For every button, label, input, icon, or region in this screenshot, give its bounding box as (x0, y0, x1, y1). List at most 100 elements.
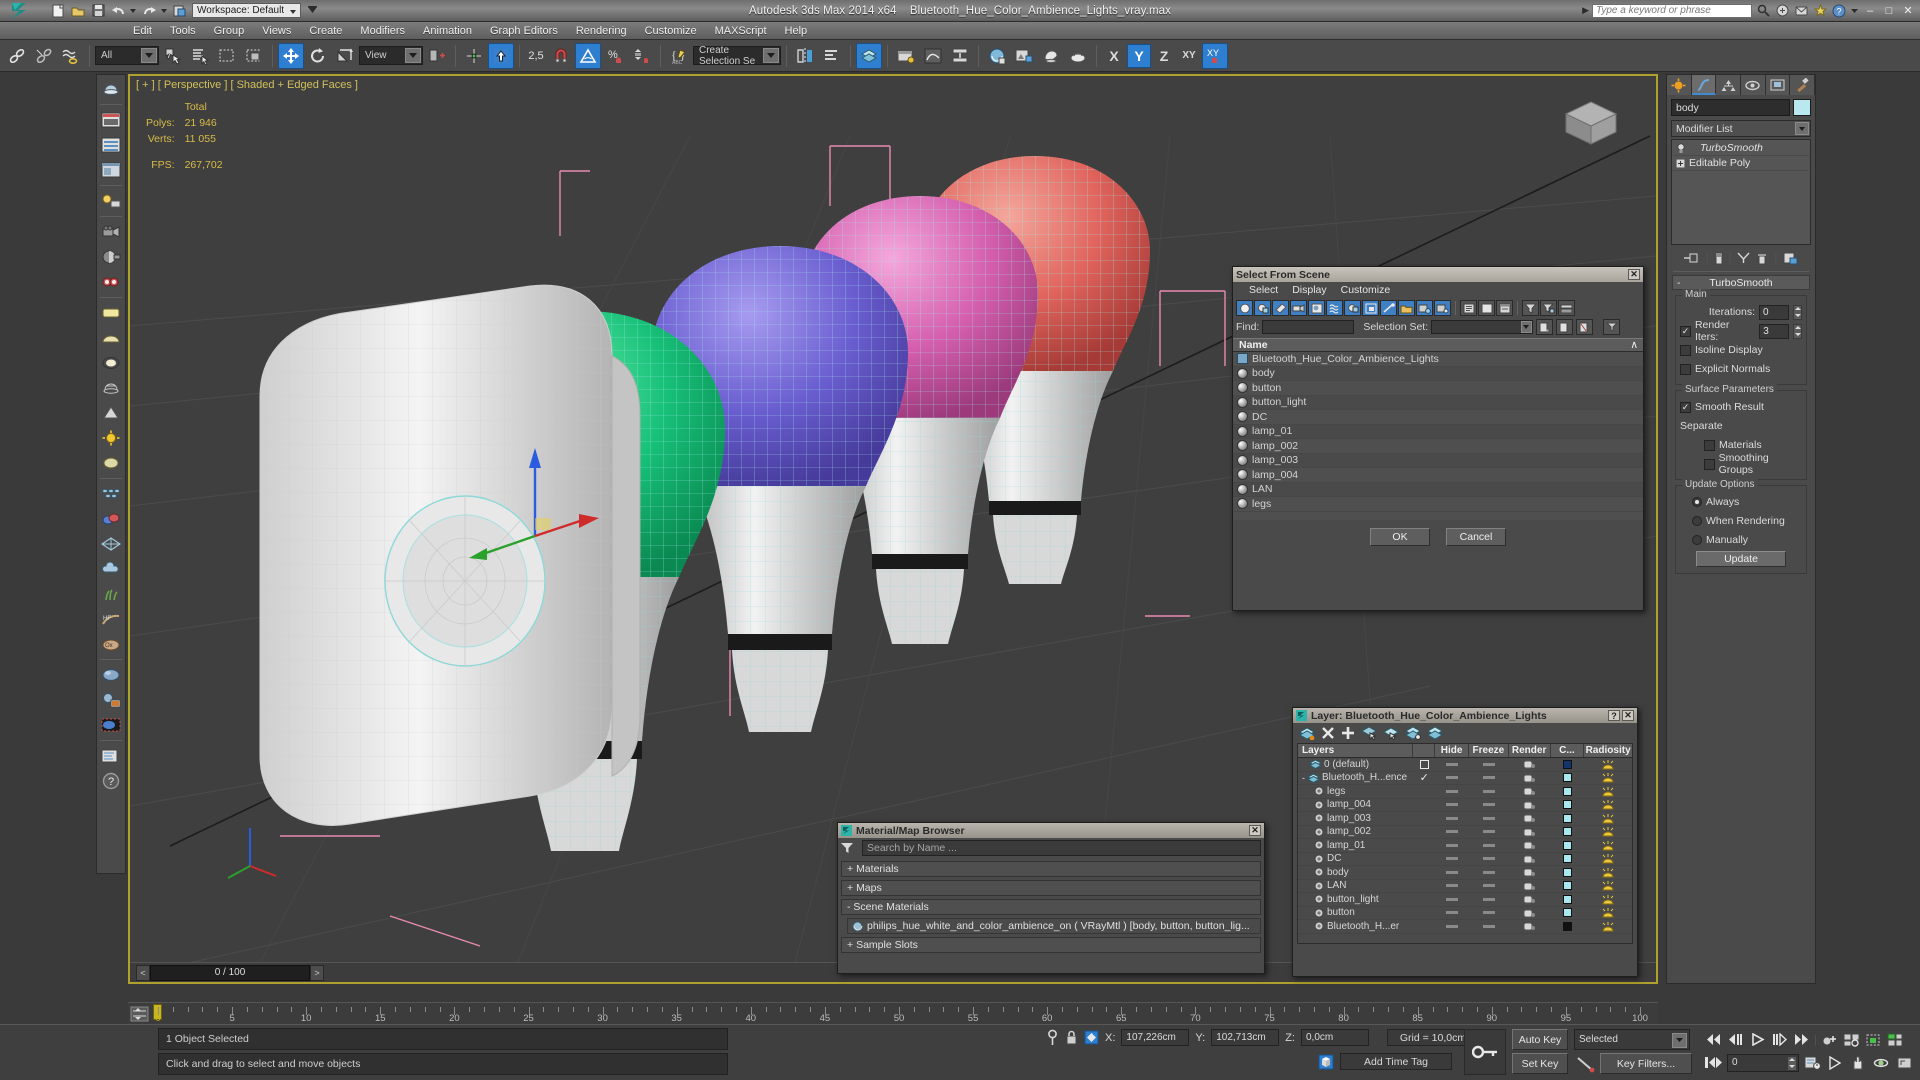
open-file-icon[interactable] (70, 3, 86, 19)
current-layer-box-icon[interactable] (1419, 759, 1429, 769)
auto-key-button[interactable]: Auto Key (1512, 1029, 1568, 1050)
use-selection-center-icon[interactable] (461, 43, 487, 69)
create-selection-set-icon[interactable] (1536, 319, 1554, 335)
menu-graph-editors[interactable]: Graph Editors (481, 22, 567, 40)
percent-snap-toggle-icon[interactable]: % (602, 43, 628, 69)
search-icon[interactable] (1755, 3, 1771, 19)
light-lister-icon[interactable] (98, 189, 124, 213)
freeze-toggle-icon[interactable] (1482, 816, 1495, 820)
help-icon[interactable]: ? (1608, 710, 1620, 721)
angle-snap-toggle-icon[interactable] (575, 42, 601, 69)
mb-group-sample-slots[interactable]: + Sample Slots (841, 937, 1261, 953)
object-color-swatch[interactable] (1793, 99, 1811, 116)
motion-tab[interactable] (1741, 75, 1766, 95)
select-by-name-icon[interactable] (187, 43, 213, 69)
hide-toggle-icon[interactable] (1446, 843, 1459, 847)
layer-color-swatch[interactable] (1562, 854, 1572, 864)
x-coord-field[interactable]: 107,226cm (1121, 1029, 1190, 1046)
update-button[interactable]: Update (1696, 551, 1786, 567)
material-sphere-icon[interactable] (98, 663, 124, 687)
always-radio[interactable] (1692, 497, 1702, 507)
turbosmooth-rollout[interactable]: - TurboSmooth Main Iterations: 0 ✓ Rende… (1672, 275, 1810, 574)
make-unique-icon[interactable] (1737, 252, 1750, 264)
hide-toggle-icon[interactable] (1446, 762, 1459, 766)
layer-properties-icon[interactable] (1427, 726, 1443, 740)
freeze-toggle-icon[interactable] (1482, 870, 1495, 874)
chevron-down-icon[interactable] (1521, 321, 1533, 333)
hide-toggle-icon[interactable] (1446, 884, 1459, 888)
explicit-normals-checkbox[interactable] (1680, 363, 1691, 375)
render-iters-checkbox[interactable]: ✓ (1680, 325, 1691, 337)
create-new-layer-icon[interactable] (1299, 726, 1315, 740)
restrict-to-x-button[interactable]: X (1102, 44, 1126, 68)
render-region-icon[interactable] (98, 713, 124, 737)
menu-customize[interactable]: Customize (636, 22, 706, 40)
current-frame-field[interactable]: 0 (1727, 1053, 1799, 1072)
remove-modifier-icon[interactable] (1756, 252, 1768, 265)
pin-stack-icon[interactable] (1683, 252, 1700, 264)
layer-row[interactable]: lamp_004 (1298, 799, 1632, 812)
select-and-move-icon[interactable] (278, 42, 304, 69)
curve-editor-icon[interactable] (920, 43, 946, 69)
mb-title-bar[interactable]: Material/Map Browser ✕ (838, 823, 1264, 838)
help-icon[interactable]: ? (1831, 3, 1847, 19)
delete-selection-set-icon[interactable] (1576, 319, 1594, 335)
previous-frame-icon[interactable] (1726, 1030, 1745, 1049)
update-option-always[interactable]: Always (1680, 494, 1802, 510)
display-hidden-icon[interactable] (1434, 300, 1451, 316)
render-setup-panel-icon[interactable] (98, 133, 124, 157)
highlight-selected-objects-icon[interactable] (1383, 726, 1399, 740)
infocenter-search-input[interactable]: Type a keyword or phrase (1592, 3, 1752, 18)
display-cameras-icon[interactable] (1290, 300, 1307, 316)
expand-icon[interactable] (1676, 158, 1685, 168)
zoom-icon[interactable] (1826, 1053, 1845, 1072)
add-selection-set-icon[interactable] (1556, 319, 1574, 335)
layer-color-swatch[interactable] (1562, 773, 1572, 783)
column-radiosity[interactable]: Radiosity (1584, 744, 1632, 757)
mb-filter-icon[interactable] (838, 842, 857, 854)
layer-row[interactable]: button (1298, 907, 1632, 920)
list-item[interactable]: button_light (1233, 395, 1643, 410)
project-folder-icon[interactable] (172, 3, 188, 19)
hide-toggle-icon[interactable] (1446, 830, 1459, 834)
freeze-toggle-icon[interactable] (1482, 776, 1495, 780)
menu-display[interactable]: Display (1292, 284, 1326, 296)
list-item[interactable]: legs (1233, 497, 1643, 512)
zoom-extents-selected-icon[interactable] (1864, 1030, 1883, 1049)
hide-toggle-icon[interactable] (1446, 857, 1459, 861)
restrict-to-z-button[interactable]: Z (1152, 44, 1176, 68)
menu-animation[interactable]: Animation (414, 22, 481, 40)
rollout-collapse-sign[interactable]: - (1677, 277, 1681, 289)
align-icon[interactable] (819, 43, 845, 69)
goto-start-icon[interactable] (1704, 1030, 1723, 1049)
teapot-object-icon[interactable] (98, 77, 124, 101)
when-rendering-radio[interactable] (1692, 516, 1702, 526)
physical-camera-icon[interactable] (98, 245, 124, 269)
display-options-icon[interactable] (1603, 319, 1621, 335)
viewcube[interactable] (1556, 92, 1626, 152)
scene-list-header[interactable]: Name ∧ (1233, 338, 1643, 352)
key-step-icon[interactable] (1704, 1053, 1723, 1072)
column-layers[interactable]: Layers (1298, 744, 1414, 757)
manually-radio[interactable] (1692, 535, 1702, 545)
freeze-toggle-icon[interactable] (1482, 843, 1495, 847)
dialog-title-bar[interactable]: Select From Scene ✕ (1233, 267, 1643, 282)
menu-views[interactable]: Views (253, 22, 300, 40)
layer-manager-icon[interactable] (856, 42, 882, 69)
layer-row[interactable]: legs (1298, 785, 1632, 799)
bind-to-space-warp-icon[interactable] (58, 43, 84, 69)
chevron-down-icon[interactable] (1795, 122, 1809, 135)
communication-center-icon[interactable] (1793, 3, 1809, 19)
find-input[interactable] (1262, 320, 1355, 334)
restrict-to-plane-button[interactable]: XY (1177, 44, 1201, 68)
hide-toggle-icon[interactable] (1446, 924, 1459, 928)
display-geometry-icon[interactable] (1236, 300, 1253, 316)
mb-search-input[interactable]: Search by Name ... (862, 840, 1261, 856)
selection-set-combo[interactable] (1431, 320, 1534, 334)
modify-tab[interactable] (1691, 75, 1717, 95)
chevron-down-icon[interactable] (405, 48, 421, 63)
list-item[interactable]: lamp_004 (1233, 468, 1643, 483)
time-slider-field[interactable]: 0 / 100 (150, 964, 310, 981)
render-iters-field[interactable]: 3 (1759, 323, 1790, 339)
filter-icon[interactable] (1522, 300, 1539, 316)
